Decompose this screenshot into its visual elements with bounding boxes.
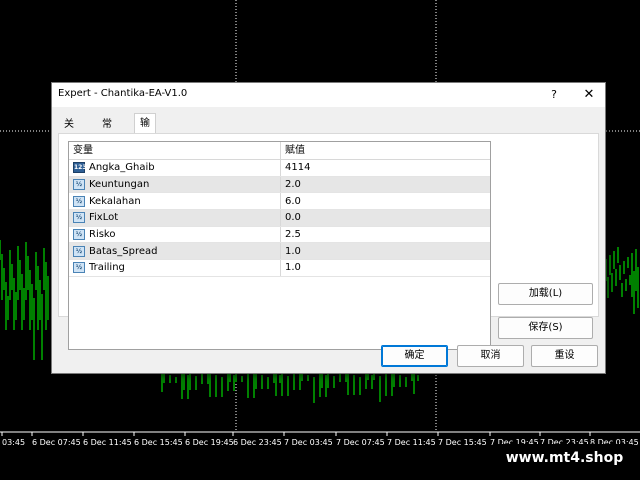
time-axis-label: 6 Dec 19:45 (185, 438, 234, 447)
load-button[interactable]: 加载(L) (498, 283, 593, 305)
variable-value: 1.0 (285, 262, 301, 274)
time-axis-label: 6 Dec 23:45 (233, 438, 282, 447)
variable-cell: 123 Angka_Ghaib (69, 160, 280, 176)
tab-inputs[interactable]: 输入参数 (134, 113, 156, 189)
value-cell[interactable]: 1.0 (280, 243, 490, 260)
close-button[interactable]: ✕ (581, 85, 597, 105)
variable-name: Keuntungan (89, 179, 150, 191)
variable-cell: ½ Risko (69, 227, 280, 243)
double-icon: ½ (73, 229, 85, 241)
inputs-table: 变量 赋值 123 Angka_Ghaib 4114 ½ Keuntungan 2.0 ½ K… (68, 141, 491, 350)
table-body: 123 Angka_Ghaib 4114 ½ Keuntungan 2.0 ½ Kekalah… (69, 160, 490, 277)
expert-properties-dialog: Expert - Chantika-EA-V1.0 ? ✕ 关于 常用 输入参数… (51, 82, 606, 374)
double-icon: ½ (73, 262, 85, 274)
variable-name: Angka_Ghaib (89, 162, 155, 174)
reset-button[interactable]: 重设 (531, 345, 598, 367)
variable-value: 0.0 (285, 212, 301, 224)
variable-value: 2.0 (285, 179, 301, 191)
help-button[interactable]: ? (546, 85, 562, 105)
dialog-titlebar[interactable]: Expert - Chantika-EA-V1.0 ? ✕ (52, 83, 605, 107)
tab-about[interactable]: 关于 (58, 115, 80, 148)
variable-cell: ½ Batas_Spread (69, 243, 280, 259)
int-icon: 123 (73, 162, 87, 174)
value-cell[interactable]: 4114 (280, 160, 490, 176)
save-button[interactable]: 保存(S) (498, 317, 593, 339)
double-icon: ½ (73, 195, 85, 207)
variable-name: Risko (89, 229, 116, 241)
double-icon: ½ (73, 179, 85, 191)
variable-name: Batas_Spread (89, 245, 158, 257)
variable-value: 2.5 (285, 229, 301, 241)
time-axis-label: 7 Dec 11:45 (387, 438, 436, 447)
double-icon: ½ (73, 212, 85, 224)
value-cell[interactable]: 2.5 (280, 226, 490, 243)
variable-name: Kekalahan (89, 195, 141, 207)
ok-button[interactable]: 确定 (381, 345, 448, 367)
table-row[interactable]: ½ Risko 2.5 (69, 226, 490, 244)
variable-value: 1.0 (285, 245, 301, 257)
watermark-text: www.mt4.shop (497, 444, 632, 472)
dialog-title: Expert - Chantika-EA-V1.0 (58, 88, 188, 99)
table-header: 变量 赋值 (69, 142, 490, 160)
value-cell[interactable]: 2.0 (280, 176, 490, 193)
value-cell[interactable]: 6.0 (280, 193, 490, 210)
value-cell[interactable]: 1.0 (280, 260, 490, 276)
table-row[interactable]: ½ FixLot 0.0 (69, 210, 490, 227)
time-axis-label: 7 Dec 15:45 (438, 438, 487, 447)
time-axis-label: 7 Dec 07:45 (336, 438, 385, 447)
table-row[interactable]: ½ Keuntungan 2.0 (69, 176, 490, 194)
column-header-value[interactable]: 赋值 (280, 142, 490, 159)
cancel-button[interactable]: 取消 (457, 345, 524, 367)
variable-cell: ½ FixLot (69, 210, 280, 226)
time-axis-label: 6 Dec 07:45 (32, 438, 81, 447)
tab-common[interactable]: 常用 (96, 115, 118, 148)
variable-cell: ½ Trailing (69, 260, 280, 276)
column-header-variable[interactable]: 变量 (69, 142, 280, 159)
time-axis-label: 6 Dec 15:45 (134, 438, 183, 447)
value-cell[interactable]: 0.0 (280, 210, 490, 226)
double-icon: ½ (73, 245, 85, 257)
variable-name: FixLot (89, 212, 119, 224)
time-axis-label: 6 Dec 11:45 (83, 438, 132, 447)
table-row[interactable]: 123 Angka_Ghaib 4114 (69, 160, 490, 177)
table-row[interactable]: ½ Trailing 1.0 (69, 260, 490, 277)
variable-cell: ½ Kekalahan (69, 193, 280, 209)
time-axis-label: 03:45 (2, 438, 25, 447)
variable-value: 6.0 (285, 195, 301, 207)
variable-value: 4114 (285, 162, 311, 174)
table-row[interactable]: ½ Batas_Spread 1.0 (69, 243, 490, 261)
time-axis-label: 7 Dec 03:45 (284, 438, 333, 447)
table-row[interactable]: ½ Kekalahan 6.0 (69, 193, 490, 211)
variable-name: Trailing (89, 262, 125, 274)
variable-cell: ½ Keuntungan (69, 177, 280, 193)
